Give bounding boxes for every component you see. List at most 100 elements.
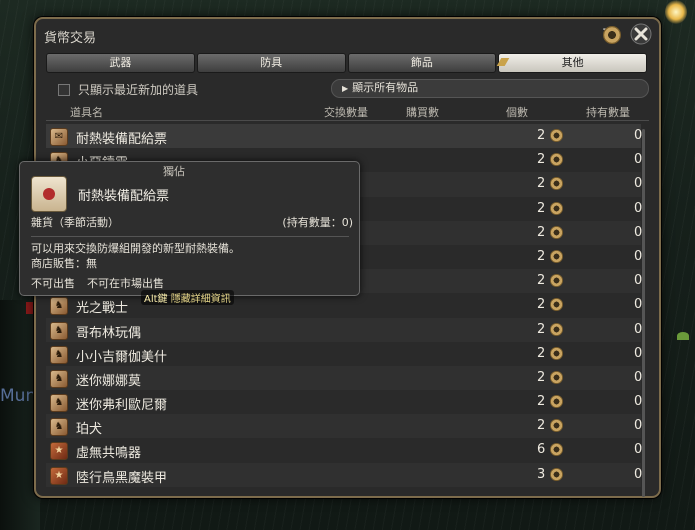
alt-key-label: Alt鍵 bbox=[144, 294, 168, 305]
list-item[interactable]: ♞ 迷你弗利歐尼爾 2 0 bbox=[46, 390, 642, 415]
item-cost: 2 bbox=[537, 176, 546, 192]
item-cost: 2 bbox=[537, 369, 546, 385]
show-all-label: 顯示所有物品 bbox=[352, 81, 419, 94]
minion-icon: ♞ bbox=[50, 321, 68, 340]
list-item[interactable]: ♞ 哥布林玩偶 2 0 bbox=[46, 317, 642, 342]
selected-tab-marker bbox=[496, 58, 510, 66]
star-icon: ★ bbox=[50, 442, 68, 461]
item-name: 迷你弗利歐尼爾 bbox=[76, 398, 168, 414]
item-name: 珀犬 bbox=[76, 422, 103, 438]
window-title: 貨幣交易 bbox=[44, 31, 97, 46]
alt-hint-text: 隱藏詳細資訊 bbox=[170, 294, 231, 305]
coin-icon bbox=[550, 298, 563, 312]
tooltip-unsellable: 不可出售 bbox=[31, 277, 75, 290]
tab-armor[interactable]: 防具 bbox=[196, 53, 346, 73]
recent-filter-label: 只顯示最近新加的道具 bbox=[78, 83, 199, 97]
tooltip-description: 可以用來交換防爆組開發的新型耐熱裝備。 bbox=[31, 242, 240, 255]
coin-icon bbox=[550, 467, 563, 481]
item-tooltip: 獨佔 耐熱裝備配給票 雜貨（季節活動） (持有數量：0) 可以用來交換防爆組開發… bbox=[19, 161, 360, 296]
item-cost: 3 bbox=[537, 466, 546, 482]
item-cost: 2 bbox=[537, 297, 546, 313]
item-name: 光之戰士 bbox=[76, 301, 129, 317]
lamp-light bbox=[665, 0, 687, 24]
close-button[interactable] bbox=[629, 22, 653, 46]
item-name: 哥布林玩偶 bbox=[76, 325, 142, 341]
item-cost: 2 bbox=[537, 200, 546, 216]
coin-icon bbox=[550, 129, 563, 142]
header-name: 道具名 bbox=[70, 106, 103, 119]
item-name: 迷你娜娜莫 bbox=[76, 373, 142, 389]
minion-icon: ♞ bbox=[50, 297, 68, 316]
item-cost: 2 bbox=[537, 128, 546, 143]
recent-filter[interactable]: 只顯示最近新加的道具 bbox=[58, 81, 198, 98]
tooltip-shop-info: 商店販售：無 bbox=[31, 257, 97, 270]
minion-icon: ♞ bbox=[50, 369, 68, 388]
show-all-dropdown[interactable]: ▶ 顯示所有物品 bbox=[331, 79, 649, 98]
list-item[interactable]: ★ 虛無共鳴器 6 0 bbox=[46, 438, 642, 463]
minion-icon: ♞ bbox=[50, 418, 68, 437]
header-exchange-qty: 交換數量 bbox=[324, 106, 368, 119]
header-count: 個數 bbox=[506, 106, 528, 119]
plant-sprout bbox=[677, 332, 689, 340]
item-name: 小小吉爾伽美什 bbox=[76, 349, 168, 365]
tooltip-category: 雜貨（季節活動） bbox=[31, 216, 119, 229]
item-cost: 2 bbox=[537, 345, 546, 361]
tooltip-item-name: 耐熱裝備配給票 bbox=[78, 189, 170, 204]
coin-icon bbox=[550, 274, 563, 288]
coin-icon bbox=[550, 443, 563, 457]
ticket-icon: ✉ bbox=[50, 128, 68, 146]
tooltip-exclusive-label: 獨佔 bbox=[163, 165, 185, 178]
item-name: 耐熱裝備配給票 bbox=[76, 132, 168, 147]
coin-icon bbox=[550, 249, 563, 263]
item-cost: 2 bbox=[537, 224, 546, 240]
list-header: 道具名 交換數量 購買數 個數 持有數量 bbox=[46, 102, 649, 120]
list-item[interactable]: ♞ 光之戰士 2 0 bbox=[46, 293, 642, 318]
coin-icon bbox=[550, 395, 563, 409]
list-item[interactable]: ♞ 迷你娜娜莫 2 0 bbox=[46, 365, 642, 391]
tab-accessories[interactable]: 飾品 bbox=[347, 53, 497, 73]
close-icon bbox=[630, 23, 652, 45]
coin-icon bbox=[550, 322, 563, 336]
item-cost: 2 bbox=[537, 152, 546, 168]
coin-icon bbox=[550, 225, 563, 239]
item-cost: 6 bbox=[537, 442, 546, 458]
item-cost: 2 bbox=[537, 248, 546, 264]
recent-checkbox[interactable] bbox=[58, 83, 70, 96]
coin-icon bbox=[550, 419, 563, 433]
seal-icon bbox=[43, 188, 55, 200]
coin-icon bbox=[550, 370, 563, 384]
tooltip-no-market: 不可在市場出售 bbox=[87, 277, 164, 290]
header-divider bbox=[46, 120, 649, 121]
star-icon: ★ bbox=[50, 466, 68, 485]
item-name: 虛無共鳴器 bbox=[76, 446, 142, 462]
background-nameplate: Mun bbox=[0, 386, 37, 406]
tooltip-owned: (持有數量：0) bbox=[282, 216, 353, 229]
ticket-icon bbox=[31, 176, 67, 212]
list-item[interactable]: ♞ 珀犬 2 0 bbox=[46, 414, 642, 439]
coin-icon bbox=[550, 201, 563, 215]
coin-icon bbox=[603, 26, 621, 44]
list-scrollbar[interactable] bbox=[642, 129, 645, 497]
tooltip-divider bbox=[31, 236, 349, 237]
list-item[interactable]: ♞ 小小吉爾伽美什 2 0 bbox=[46, 341, 642, 366]
list-item[interactable]: ★ 陸行鳥黑魔裝甲 3 0 bbox=[46, 462, 642, 487]
item-cost: 2 bbox=[537, 418, 546, 434]
item-cost: 2 bbox=[537, 394, 546, 410]
tab-other[interactable]: 其他 bbox=[496, 53, 647, 73]
tab-weapons[interactable]: 武器 bbox=[46, 53, 195, 73]
triangle-right-icon: ▶ bbox=[342, 84, 349, 93]
tab-other-label: 其他 bbox=[561, 56, 584, 69]
item-name: 陸行鳥黑魔裝甲 bbox=[76, 470, 168, 486]
coin-icon bbox=[550, 346, 563, 360]
item-cost: 2 bbox=[537, 321, 546, 337]
category-tabs: 武器 防具 飾品 其他 bbox=[46, 53, 649, 73]
minion-icon: ♞ bbox=[50, 345, 68, 364]
minion-icon: ♞ bbox=[50, 394, 68, 413]
alt-key-hint: Alt鍵 隱藏詳細資訊 bbox=[141, 290, 234, 305]
header-buy-qty: 購買數 bbox=[406, 106, 439, 119]
coin-icon bbox=[550, 153, 563, 167]
header-owned: 持有數量 bbox=[586, 106, 630, 119]
coin-icon bbox=[550, 177, 563, 191]
list-item[interactable]: ✉ 耐熱裝備配給票 2 0 bbox=[46, 124, 642, 149]
item-cost: 2 bbox=[537, 273, 546, 289]
